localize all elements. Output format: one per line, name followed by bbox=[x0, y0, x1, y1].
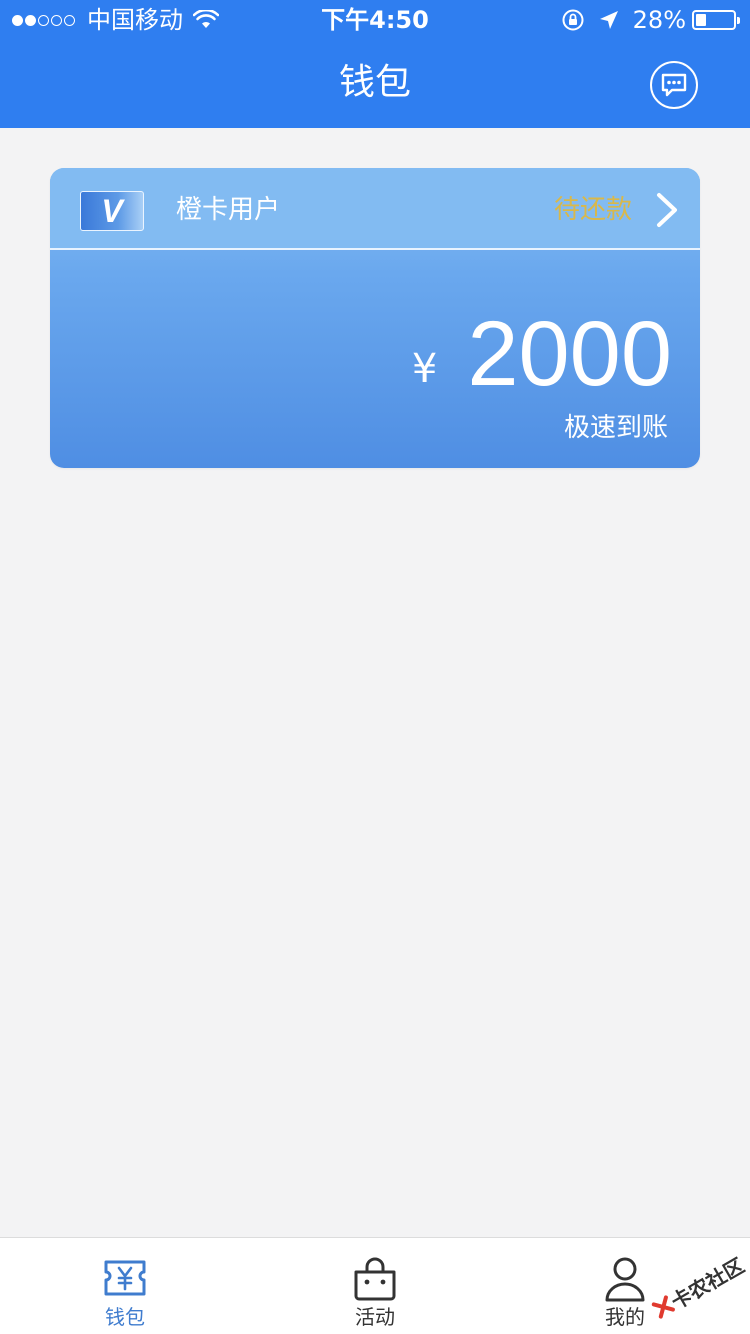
wallet-icon bbox=[104, 1260, 146, 1296]
credit-amount: 2000 bbox=[467, 303, 672, 405]
card-logo: V bbox=[80, 191, 144, 231]
rotation-lock-icon bbox=[562, 9, 584, 31]
user-icon bbox=[605, 1257, 645, 1302]
card-subtitle: 极速到账 bbox=[563, 413, 668, 443]
wallet-card[interactable]: V 橙卡用户 待还款 ¥ 2000 极速到账 bbox=[50, 168, 700, 468]
shopping-bag-icon bbox=[354, 1257, 396, 1301]
top-bar: 中国移动 下午4:50 28% 钱包 bbox=[0, 0, 750, 128]
battery-icon bbox=[692, 10, 740, 30]
battery-percent: 28% bbox=[632, 6, 686, 34]
status-bar: 中国移动 下午4:50 28% bbox=[0, 0, 750, 40]
page-title: 钱包 bbox=[338, 62, 411, 103]
tab-wallet[interactable]: 钱包 bbox=[0, 1238, 250, 1334]
card-header[interactable]: V 橙卡用户 待还款 bbox=[50, 168, 700, 250]
tab-label: 我的 bbox=[605, 1305, 645, 1329]
tab-label: 钱包 bbox=[105, 1305, 145, 1329]
card-user-name: 橙卡用户 bbox=[176, 195, 281, 225]
tab-label: 活动 bbox=[355, 1305, 395, 1329]
repayment-status: 待还款 bbox=[553, 195, 632, 225]
tab-bar: 钱包 活动 我的 bbox=[0, 1237, 750, 1334]
message-button[interactable] bbox=[650, 61, 698, 109]
status-right: 28% bbox=[561, 0, 740, 40]
tab-activity[interactable]: 活动 bbox=[250, 1238, 500, 1334]
currency-symbol: ¥ bbox=[411, 346, 438, 392]
location-arrow-icon bbox=[599, 11, 618, 29]
chevron-right-icon[interactable] bbox=[654, 192, 680, 228]
chat-bubble-icon bbox=[661, 73, 687, 97]
amount-row: ¥ 2000 bbox=[412, 306, 672, 402]
